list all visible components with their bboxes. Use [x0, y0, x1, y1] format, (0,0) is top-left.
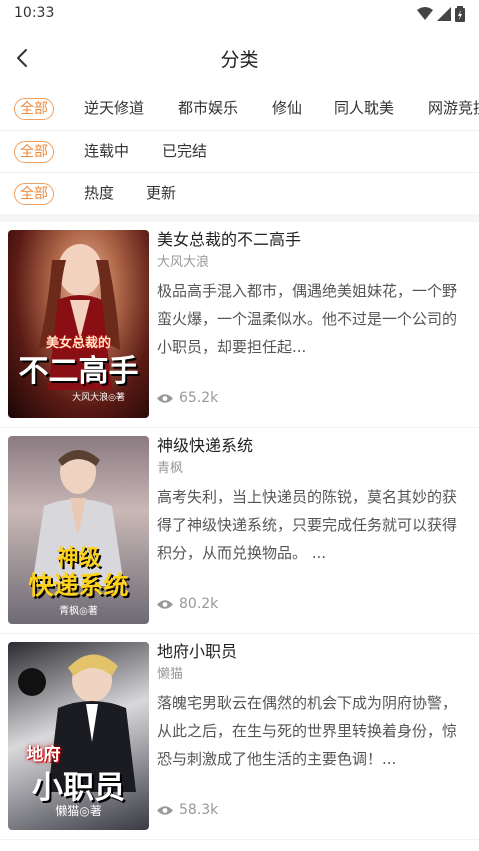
status-bar: 10:33: [0, 0, 479, 28]
page-title: 分类: [220, 49, 259, 71]
filter-category-item[interactable]: 网游竞技: [428, 98, 479, 120]
filter-sort-item[interactable]: 热度: [84, 183, 114, 205]
book-list-item[interactable]: 地府 小职员 懒猫◎著 地府小职员 懒猫 落魄宅男耿云在偶然的机会下成为阴府协警…: [0, 634, 479, 840]
section-gap: [0, 214, 479, 222]
book-cover[interactable]: 地府 小职员 懒猫◎著: [8, 642, 149, 830]
filter-status-item[interactable]: 连载中: [84, 141, 129, 163]
wifi-icon: [417, 7, 433, 20]
cover-title-text: 不二高手: [18, 354, 139, 389]
book-title[interactable]: 地府小职员: [157, 640, 467, 664]
status-filter-row: 全部 连载中 已完结: [0, 131, 479, 173]
filter-sort-all[interactable]: 全部: [14, 183, 54, 205]
eye-icon: [157, 599, 173, 609]
cover-author-text: 青枫◎著: [59, 606, 98, 617]
status-icons: [417, 6, 465, 22]
filter-category-item[interactable]: 修仙: [272, 98, 302, 120]
book-cover[interactable]: 美女总裁的 不二高手 大风大浪◎著: [8, 230, 149, 418]
cover-author-text: 大风大浪◎著: [72, 393, 125, 403]
book-views: 65.2k: [157, 390, 218, 406]
cover-title-text: 小职员: [32, 770, 125, 806]
eye-icon: [157, 805, 173, 815]
book-views: 58.3k: [157, 802, 218, 818]
book-description: 极品高手混入都市，偶遇绝美姐妹花，一个野蛮火爆，一个温柔似水。他不过是一个公司的…: [157, 282, 458, 356]
view-count: 58.3k: [179, 802, 219, 818]
book-list-item[interactable]: 美女总裁的 不二高手 大风大浪◎著 美女总裁的不二高手 大风大浪 极品高手混入都…: [0, 222, 479, 428]
filter-category-item[interactable]: 逆天修道: [84, 98, 144, 120]
book-description: 落魄宅男耿云在偶然的机会下成为阴府协警，从此之后，在生与死的世界里转换着身份，惊…: [157, 694, 458, 768]
view-count: 65.2k: [179, 390, 219, 406]
filter-status-item[interactable]: 已完结: [162, 141, 207, 163]
book-description: 高考失利，当上快递员的陈锐，莫名其妙的获得了神级快递系统，只要完成任务就可以获得…: [157, 488, 458, 562]
book-author: 大风大浪: [157, 255, 210, 270]
filter-category-item[interactable]: 同人耽美: [334, 98, 394, 120]
category-filter-row: 全部 逆天修道 都市娱乐 修仙 同人耽美 网游竞技: [0, 88, 479, 130]
sort-filter-row: 全部 热度 更新: [0, 173, 479, 215]
divider: [0, 839, 479, 840]
book-author: 懒猫: [157, 667, 184, 682]
header: 分类: [0, 32, 479, 84]
book-list-item[interactable]: 神级 快递系统 青枫◎著 神级快递系统 青枫 高考失利，当上快递员的陈锐，莫名其…: [0, 428, 479, 634]
book-info: 神级快递系统 青枫 高考失利，当上快递员的陈锐，莫名其妙的获得了神级快递系统，只…: [157, 434, 467, 567]
eye-icon: [157, 393, 173, 403]
filter-status-all[interactable]: 全部: [14, 141, 54, 163]
book-author: 青枫: [157, 461, 184, 476]
book-title[interactable]: 神级快递系统: [157, 434, 467, 458]
book-title[interactable]: 美女总裁的不二高手: [157, 228, 467, 252]
cover-author-text: 懒猫◎著: [55, 804, 102, 818]
view-count: 80.2k: [179, 596, 219, 612]
filter-sort-item[interactable]: 更新: [146, 183, 176, 205]
book-views: 80.2k: [157, 596, 218, 612]
book-info: 美女总裁的不二高手 大风大浪 极品高手混入都市，偶遇绝美姐妹花，一个野蛮火爆，一…: [157, 228, 467, 361]
cover-title-text: 快递系统: [28, 571, 129, 600]
status-time: 10:33: [14, 5, 55, 21]
book-cover[interactable]: 神级 快递系统 青枫◎著: [8, 436, 149, 624]
filter-category-item[interactable]: 都市娱乐: [178, 98, 238, 120]
battery-icon: [455, 6, 465, 22]
book-info: 地府小职员 懒猫 落魄宅男耿云在偶然的机会下成为阴府协警，从此之后，在生与死的世…: [157, 640, 467, 773]
filter-category-all[interactable]: 全部: [14, 98, 54, 120]
signal-icon: [437, 7, 451, 21]
